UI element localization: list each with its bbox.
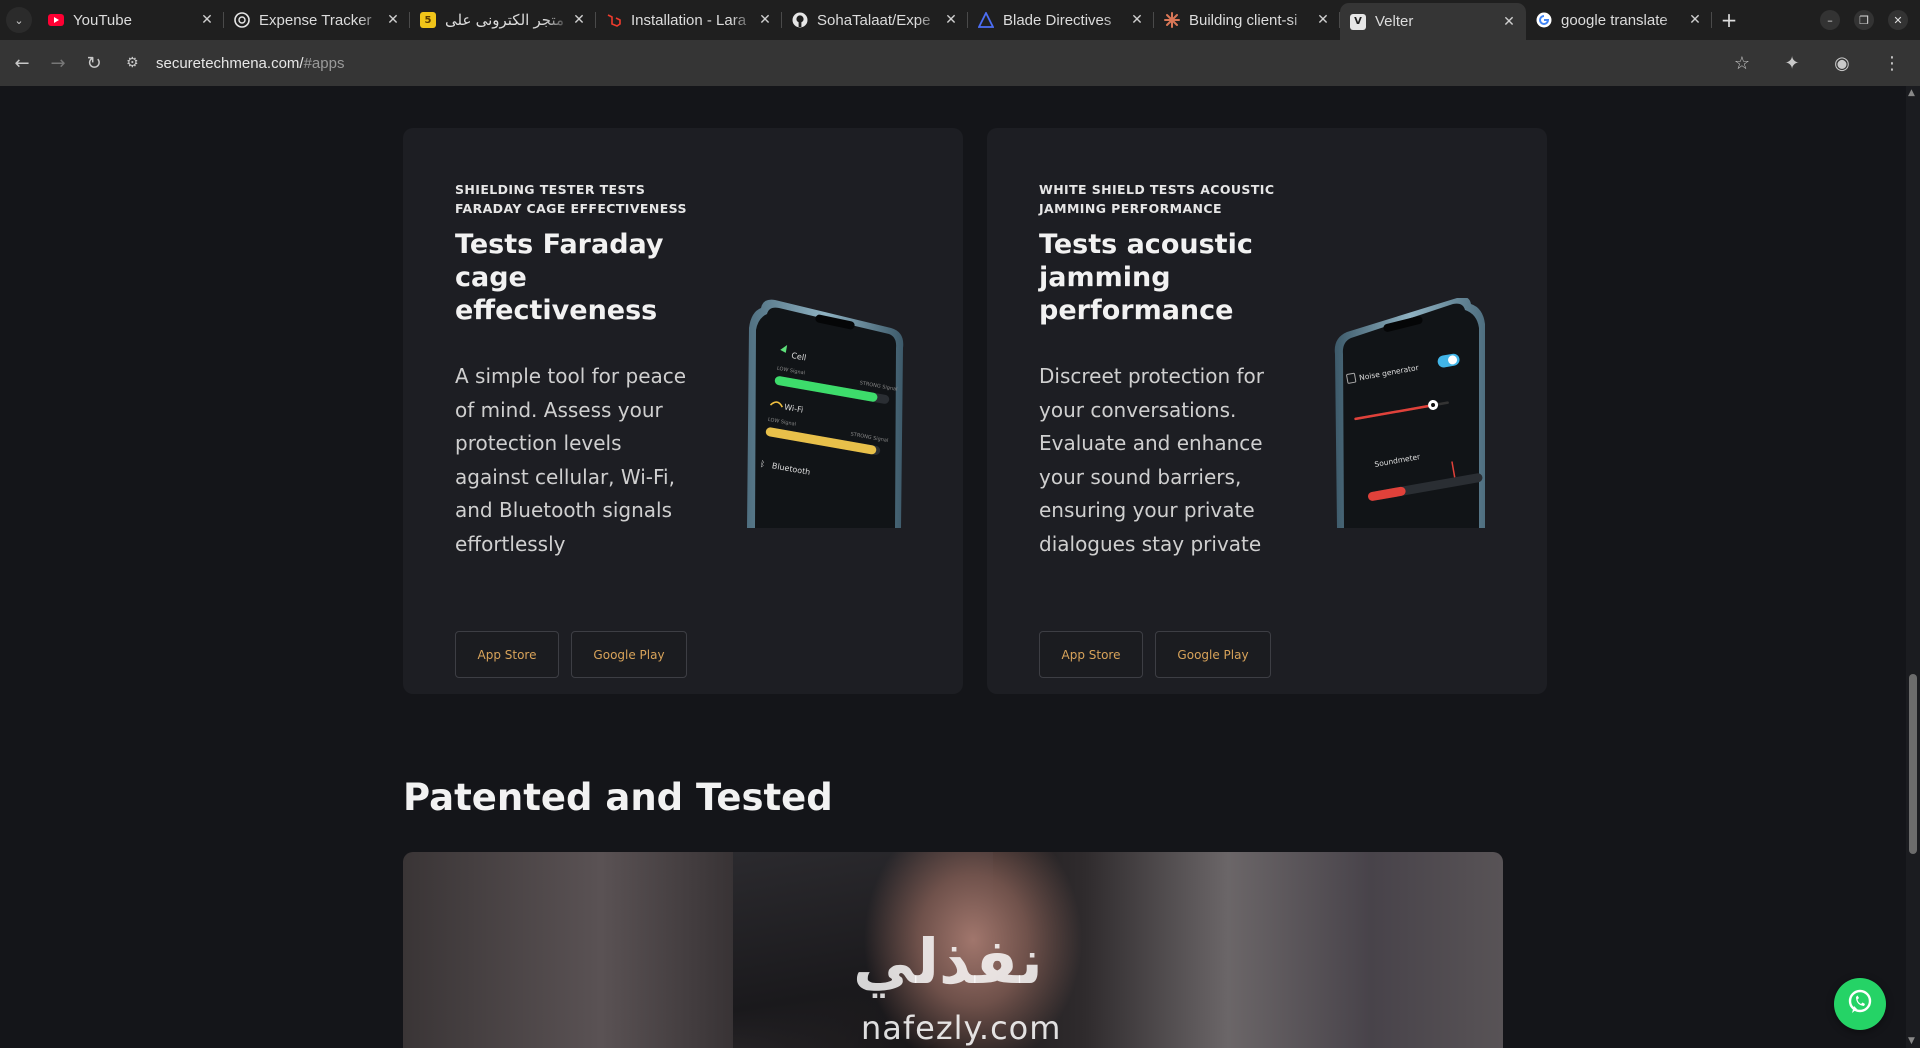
tab-installation-laravel[interactable]: Installation - Lara ✕ [596,3,782,37]
back-button[interactable]: ← [4,45,40,81]
restore-icon[interactable]: ❐ [1854,10,1874,30]
browser-toolbar: ← → ↻ ⚙ securetechmena.com/#apps ☆ ✦ ◉ ⋮ [0,40,1920,86]
tab-search-button[interactable]: ⌄ [0,0,38,40]
watermark-latin: nafezly.com [861,1009,1062,1047]
laracasts-icon [978,12,994,28]
arrow-left-icon: ← [14,52,30,74]
close-icon[interactable]: ✕ [1500,13,1518,31]
github-icon [792,12,808,28]
address-bar[interactable]: ⚙ securetechmena.com/#apps [126,45,1724,81]
url-text[interactable]: securetechmena.com/#apps [156,55,344,72]
page-viewport: SHIELDING TESTER TESTS FARADAY CAGE EFFE… [0,86,1920,1048]
card-eyebrow: WHITE SHIELD TESTS ACOUSTIC JAMMING PERF… [1039,182,1275,216]
close-icon[interactable]: ✕ [942,11,960,29]
chevron-down-icon: ⌄ [6,7,32,33]
tab-building-client-side[interactable]: Building client-si ✕ [1154,3,1340,37]
google-icon [1536,12,1552,28]
google-play-button[interactable]: Google Play [1155,631,1271,678]
url-path: #apps [303,54,345,72]
close-icon[interactable]: ✕ [756,11,774,29]
site-settings-icon[interactable]: ⚙ [126,55,156,71]
tab-arabic-store[interactable]: 5 متجر الكترونى على ✕ [410,3,596,37]
app-store-button[interactable]: App Store [1039,631,1143,678]
tab-github[interactable]: SohaTalaat/Expe ✕ [782,3,968,37]
watermark-arabic: نفذلي [853,925,1043,998]
app-card-shielding-tester: SHIELDING TESTER TESTS FARADAY CAGE EFFE… [403,128,963,694]
velter-icon: V [1350,13,1366,30]
html5-icon: 5 [420,12,436,28]
tab-title: Expense Tracker [259,11,372,29]
section-title: Patented and Tested [403,776,833,819]
whatsapp-icon [1845,987,1875,1021]
close-icon[interactable]: ✕ [1128,11,1146,29]
profile-button[interactable]: ◉ [1824,45,1860,81]
tab-youtube[interactable]: YouTube ✕ [38,3,224,37]
reload-icon: ↻ [86,52,102,74]
laravel-icon [606,12,622,28]
youtube-icon [48,12,64,28]
tab-velter[interactable]: V Velter ✕ [1340,3,1526,40]
card-headline: Tests Faraday cage effectiveness [455,229,664,326]
card-eyebrow: SHIELDING TESTER TESTS FARADAY CAGE EFFE… [455,182,687,216]
tab-title: Building client-si [1189,11,1298,29]
app-store-button[interactable]: App Store [455,631,559,678]
url-host: securetechmena.com/ [156,54,304,72]
patented-video-thumbnail[interactable]: نفذلي nafezly.com [403,852,1503,1048]
close-icon[interactable]: ✕ [198,11,216,29]
puzzle-icon: ✦ [1784,52,1800,74]
openai-icon [234,12,250,28]
tab-title: Blade Directives [1003,11,1112,29]
bookmark-star-button[interactable]: ☆ [1724,45,1760,81]
new-tab-button[interactable]: + [1712,0,1746,40]
tab-title: متجر الكترونى على [445,12,565,29]
app-card-white-shield: WHITE SHIELD TESTS ACOUSTIC JAMMING PERF… [987,128,1547,694]
tab-expense-tracker[interactable]: Expense Tracker ✕ [224,3,410,37]
reload-button[interactable]: ↻ [76,45,112,81]
card-headline: Tests acoustic jamming performance [1039,229,1253,326]
card-description: A simple tool for peace of mind. Assess … [455,364,687,556]
scrollbar-thumb[interactable] [1909,674,1917,854]
close-icon[interactable]: ✕ [570,11,588,29]
phone-mockup-image: Noise generator Soundmeter [1325,298,1491,528]
close-icon[interactable]: ✕ [384,11,402,29]
whatsapp-chat-button[interactable] [1834,978,1886,1030]
tab-title: Installation - Lara [631,11,747,29]
close-icon[interactable]: ✕ [1686,11,1704,29]
store-buttons: App Store Google Play [455,631,687,678]
tab-title: SohaTalaat/Expe [817,11,931,29]
tab-google-translate[interactable]: google translate ✕ [1526,3,1712,37]
page-scrollbar[interactable]: ▲ ▼ [1906,86,1920,1048]
claude-icon [1164,12,1180,28]
close-window-icon[interactable]: ✕ [1888,10,1908,30]
forward-button[interactable]: → [40,45,76,81]
menu-button[interactable]: ⋮ [1874,45,1910,81]
window-controls: – ❐ ✕ [1820,0,1920,40]
card-description: Discreet protection for your conversatio… [1039,364,1264,556]
star-icon: ☆ [1733,52,1751,74]
extensions-button[interactable]: ✦ [1774,45,1810,81]
toolbar-actions: ☆ ✦ ◉ ⋮ [1724,45,1920,81]
arrow-right-icon: → [50,52,66,74]
tab-list: YouTube ✕ Expense Tracker ✕ 5 متجر الكتر… [38,0,1712,40]
close-icon[interactable]: ✕ [1314,11,1332,29]
google-play-button[interactable]: Google Play [571,631,687,678]
kebab-menu-icon: ⋮ [1883,52,1901,74]
scroll-down-icon[interactable]: ▼ [1908,1036,1915,1046]
tab-title: google translate [1561,11,1668,29]
tab-title: Velter [1375,13,1414,30]
tab-blade-directives[interactable]: Blade Directives ✕ [968,3,1154,37]
phone-mockup-image: Cell LOW Signal STRONG Signal Wi-Fi LOW … [741,298,907,528]
tab-title: YouTube [73,11,132,29]
minimize-icon[interactable]: – [1820,10,1840,30]
scroll-up-icon[interactable]: ▲ [1908,88,1915,98]
browser-tab-strip: ⌄ YouTube ✕ Expense Tracker ✕ 5 متجر الك… [0,0,1920,40]
store-buttons: App Store Google Play [1039,631,1271,678]
profile-icon: ◉ [1834,52,1850,74]
